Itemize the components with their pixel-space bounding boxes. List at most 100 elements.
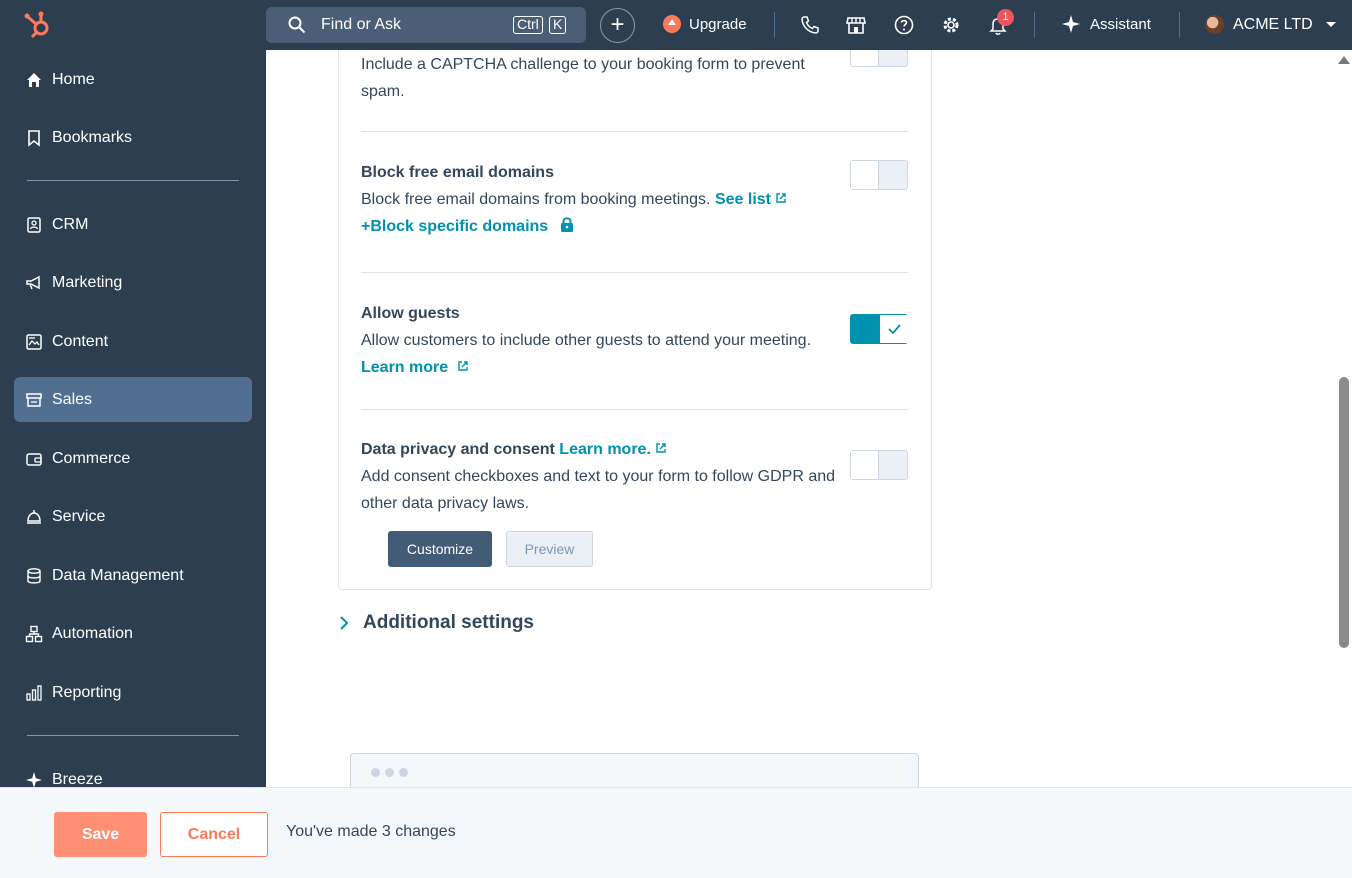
scrollbar[interactable] — [1336, 50, 1352, 787]
upgrade-label: Upgrade — [689, 15, 747, 33]
see-list-link[interactable]: See list — [715, 191, 787, 208]
chart-icon — [24, 683, 44, 703]
top-navigation-bar: Find or Ask Ctrl K + Upgrade 1 Assistant — [0, 0, 1352, 50]
upgrade-arrow-icon — [663, 15, 681, 33]
sidebar-item-label: Breeze — [52, 770, 103, 788]
allow-guests-toggle[interactable] — [850, 314, 908, 344]
bookmark-icon — [24, 128, 44, 148]
data-privacy-learn-more-link[interactable]: Learn more. — [559, 441, 667, 458]
sidebar-item-content[interactable]: Content — [14, 319, 252, 364]
row-divider — [361, 272, 908, 273]
search-input[interactable]: Find or Ask Ctrl K — [266, 7, 586, 43]
sidebar-item-label: CRM — [52, 215, 89, 233]
chevron-right-icon — [340, 616, 349, 630]
changes-status-text: You've made 3 changes — [286, 823, 456, 840]
bell-service-icon — [24, 507, 44, 527]
help-icon[interactable] — [893, 14, 915, 36]
account-name: ACME LTD — [1233, 15, 1313, 33]
sidebar-item-label: Sales — [52, 390, 93, 408]
assistant-button[interactable]: Assistant — [1062, 15, 1151, 33]
caret-down-icon — [1325, 21, 1336, 27]
loading-preview-card — [350, 753, 919, 787]
sidebar-item-label: Data Management — [52, 566, 184, 584]
sidebar-item-reporting[interactable]: Reporting — [14, 670, 252, 715]
contacts-icon — [24, 215, 44, 235]
sidebar-item-label: Home — [52, 70, 95, 88]
upgrade-button[interactable]: Upgrade — [663, 15, 747, 33]
additional-settings-toggle[interactable]: Additional settings — [339, 612, 534, 634]
loading-dots-icon — [371, 768, 408, 777]
captcha-description: Include a CAPTCHA challenge to your book… — [361, 56, 805, 100]
divider — [1179, 12, 1180, 38]
main-content-area: Include a CAPTCHA challenge to your book… — [266, 50, 1336, 787]
assistant-label: Assistant — [1090, 15, 1151, 33]
sidebar-item-bookmarks[interactable]: Bookmarks — [14, 115, 252, 160]
sidebar-item-marketing[interactable]: Marketing — [14, 260, 252, 305]
sidebar-item-label: Bookmarks — [52, 128, 133, 146]
create-new-button[interactable]: + — [600, 8, 635, 43]
sidebar: Home Bookmarks CRM Marketing Content Sal… — [0, 50, 266, 788]
external-link-icon — [656, 443, 667, 453]
sidebar-item-label: Content — [52, 332, 109, 350]
search-placeholder: Find or Ask — [321, 16, 402, 33]
cancel-button[interactable]: Cancel — [160, 812, 268, 857]
sidebar-item-home[interactable]: Home — [14, 57, 252, 102]
sidebar-item-label: Reporting — [52, 683, 122, 701]
block-specific-domains-label: Block specific domains — [370, 218, 549, 235]
sidebar-item-data-management[interactable]: Data Management — [14, 553, 252, 598]
learn-more-label: Learn more — [361, 359, 449, 376]
sales-icon — [24, 390, 44, 410]
customize-button[interactable]: Customize — [388, 531, 492, 567]
avatar — [1205, 15, 1224, 34]
account-menu[interactable]: ACME LTD — [1205, 15, 1337, 34]
shortcut-ctrl-key: Ctrl — [513, 16, 543, 34]
allow-guests-title: Allow guests — [361, 305, 460, 322]
notification-count-badge: 1 — [997, 9, 1014, 26]
sparkle-icon — [1062, 15, 1080, 33]
sidebar-item-label: Marketing — [52, 273, 123, 291]
content-icon — [24, 332, 44, 352]
wallet-icon — [24, 449, 44, 469]
settings-gear-icon[interactable] — [940, 14, 962, 36]
megaphone-icon — [24, 273, 44, 293]
sidebar-item-automation[interactable]: Automation — [14, 611, 252, 656]
data-privacy-title: Data privacy and consent — [361, 441, 555, 458]
block-domains-description-line: Block free email domains from booking me… — [361, 186, 841, 213]
additional-settings-label: Additional settings — [363, 612, 534, 633]
settings-panel: Include a CAPTCHA challenge to your book… — [266, 50, 1336, 787]
preview-button[interactable]: Preview — [506, 531, 593, 567]
database-icon — [24, 566, 44, 586]
row-divider — [361, 409, 908, 410]
checkmark-icon — [887, 324, 901, 334]
divider — [774, 12, 775, 38]
allow-guests-description: Allow customers to include other guests … — [361, 332, 812, 349]
data-privacy-title-line: Data privacy and consent Learn more. — [361, 441, 667, 459]
scrollbar-thumb[interactable] — [1339, 377, 1349, 648]
sidebar-item-commerce[interactable]: Commerce — [14, 436, 252, 481]
see-list-label: See list — [714, 191, 771, 208]
scroll-up-arrow-icon[interactable] — [1338, 56, 1350, 64]
search-icon — [288, 16, 306, 34]
learn-more-label: Learn more. — [559, 441, 651, 458]
save-button[interactable]: Save — [54, 812, 147, 857]
allow-guests-learn-more-link[interactable]: Learn more — [361, 354, 841, 381]
divider — [1034, 12, 1035, 38]
home-icon — [24, 70, 44, 90]
automation-icon — [24, 624, 44, 644]
phone-icon[interactable] — [799, 14, 821, 36]
lock-icon — [560, 217, 573, 232]
hubspot-logo-icon[interactable] — [22, 9, 54, 41]
shortcut-k-key: K — [549, 16, 567, 34]
sidebar-item-sales[interactable]: Sales — [14, 377, 252, 422]
block-domains-toggle[interactable] — [850, 160, 908, 190]
data-privacy-description: Add consent checkboxes and text to your … — [361, 468, 836, 512]
data-privacy-toggle[interactable] — [850, 450, 908, 480]
marketplace-icon[interactable] — [845, 14, 867, 36]
block-specific-domains-link[interactable]: +Block specific domains — [361, 213, 841, 240]
sidebar-item-service[interactable]: Service — [14, 494, 252, 539]
captcha-toggle[interactable] — [850, 50, 908, 67]
sidebar-divider — [27, 735, 239, 736]
sidebar-item-crm[interactable]: CRM — [14, 202, 252, 247]
sidebar-item-label: Service — [52, 507, 106, 525]
block-domains-title: Block free email domains — [361, 164, 554, 181]
